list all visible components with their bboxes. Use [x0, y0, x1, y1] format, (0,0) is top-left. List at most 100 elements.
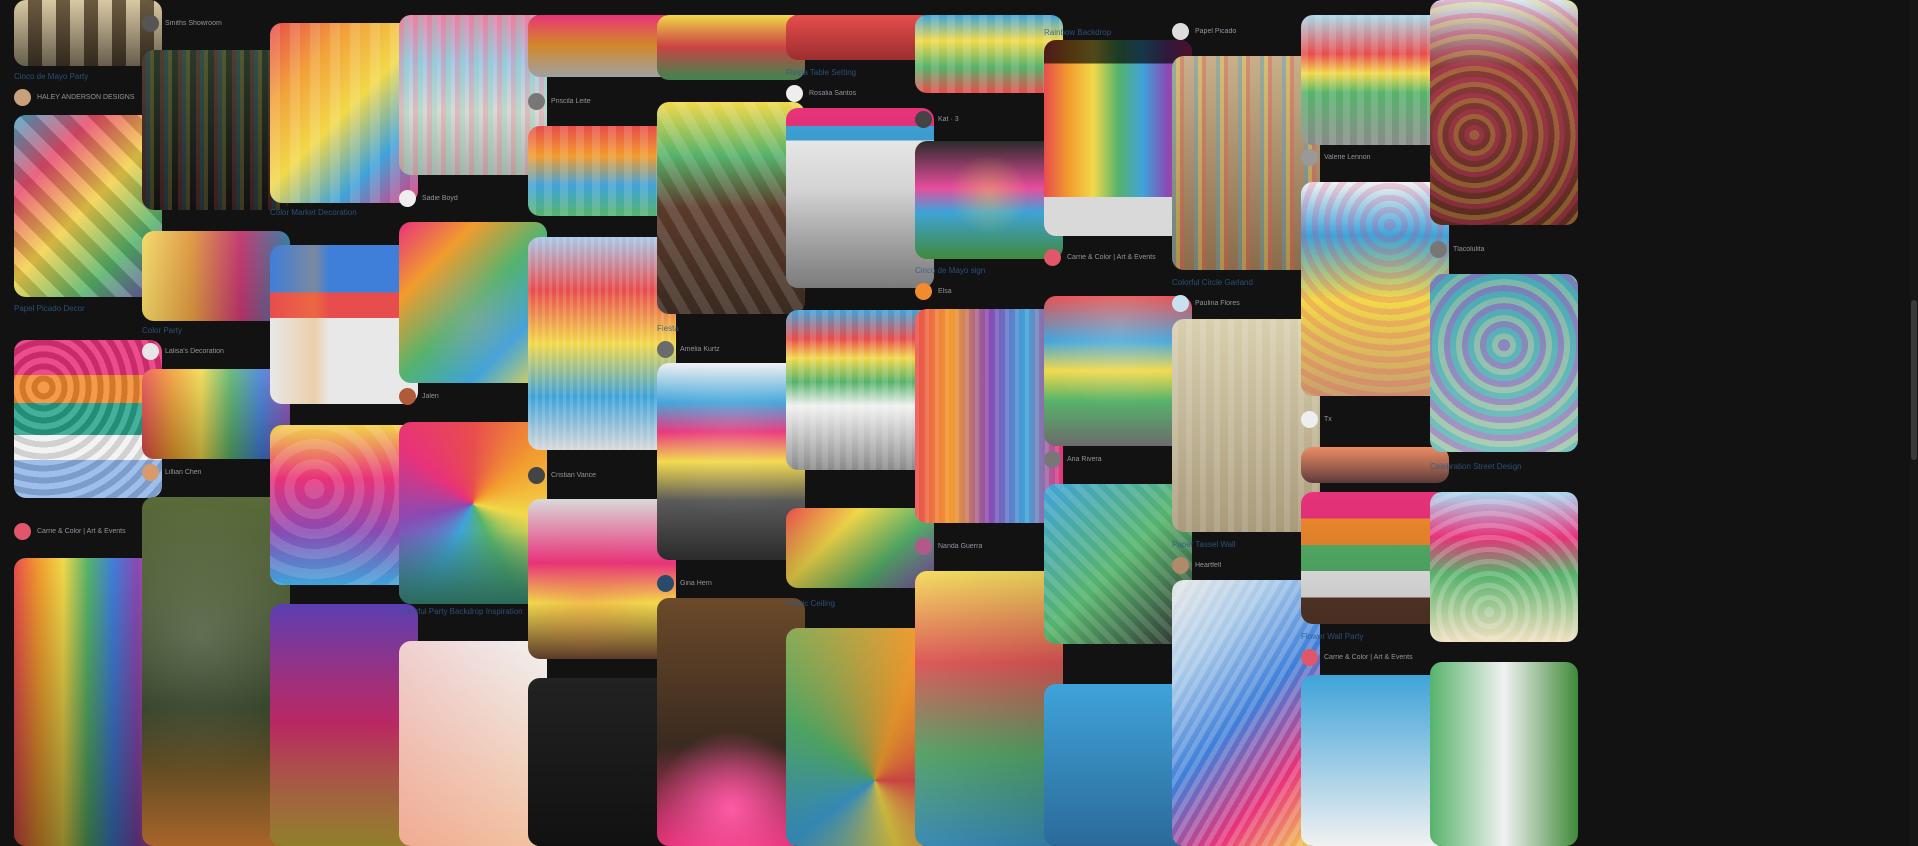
- avatar[interactable]: [786, 84, 803, 102]
- pin-author[interactable]: Sadie Boyd: [399, 189, 547, 207]
- pin-image[interactable]: [528, 678, 676, 846]
- avatar[interactable]: [1172, 294, 1189, 312]
- pin-image[interactable]: [1301, 15, 1449, 145]
- author-name[interactable]: Gina Hern: [680, 580, 712, 587]
- pin-image[interactable]: [1301, 675, 1449, 846]
- pin-title[interactable]: Paper Tassel Wall: [1172, 538, 1320, 552]
- author-name[interactable]: Papel Picado: [1195, 28, 1236, 35]
- pin-title[interactable]: Fabric Ceiling: [786, 597, 934, 611]
- author-name[interactable]: Lillian Chen: [165, 469, 202, 476]
- pin-image[interactable]: [528, 126, 676, 216]
- pin-image[interactable]: [657, 15, 805, 80]
- avatar[interactable]: [915, 110, 932, 128]
- author-name[interactable]: Tx: [1324, 416, 1332, 423]
- pin-image[interactable]: [528, 237, 676, 450]
- pin-title[interactable]: Color Market Decoration: [270, 206, 418, 220]
- author-name[interactable]: HALEY ANDERSON DESIGNS: [37, 94, 135, 101]
- avatar[interactable]: [915, 282, 932, 300]
- pin-title[interactable]: Color Party: [142, 324, 290, 338]
- author-name[interactable]: Carrie & Color | Art & Events: [1067, 254, 1156, 261]
- pin-title[interactable]: Flower Wall Party: [1301, 630, 1449, 644]
- pin-image[interactable]: [399, 222, 547, 383]
- author-name[interactable]: Amelia Kurtz: [680, 346, 720, 353]
- author-name[interactable]: Valerie Lennon: [1324, 154, 1371, 161]
- avatar[interactable]: [1172, 556, 1189, 574]
- pin-author[interactable]: Nanda Guerra: [915, 537, 1063, 555]
- pin-image[interactable]: [1172, 319, 1320, 532]
- pin-image[interactable]: [657, 102, 805, 314]
- pin-image[interactable]: [14, 115, 162, 297]
- avatar[interactable]: [915, 537, 932, 555]
- avatar[interactable]: [657, 574, 674, 592]
- pin-image[interactable]: [1172, 580, 1320, 846]
- author-name[interactable]: Carrie & Color | Art & Events: [1324, 654, 1413, 661]
- author-name[interactable]: Carrie & Color | Art & Events: [37, 528, 126, 535]
- author-name[interactable]: Ana Rivera: [1067, 456, 1102, 463]
- pin-title[interactable]: Colorful Party Backdrop Inspiration: [399, 605, 547, 619]
- pin-image[interactable]: [270, 23, 418, 203]
- avatar[interactable]: [528, 466, 545, 484]
- pin-author[interactable]: HALEY ANDERSON DESIGNS: [14, 88, 162, 106]
- pin-image[interactable]: [657, 363, 805, 560]
- pin-author[interactable]: Valerie Lennon: [1301, 148, 1449, 166]
- avatar[interactable]: [528, 92, 545, 110]
- pin-author[interactable]: Priscila Leite: [528, 92, 676, 110]
- pin-image[interactable]: [399, 641, 547, 846]
- pin-author[interactable]: Jalen: [399, 387, 547, 405]
- pin-author[interactable]: Carrie & Color | Art & Events: [1044, 248, 1192, 266]
- scrollbar-thumb[interactable]: [1911, 300, 1917, 460]
- pin-author[interactable]: Carrie & Color | Art & Events: [1301, 648, 1449, 666]
- avatar[interactable]: [1044, 248, 1061, 266]
- author-name[interactable]: Cristian Vance: [551, 472, 596, 479]
- author-name[interactable]: Rosalia Santos: [809, 90, 856, 97]
- avatar[interactable]: [14, 522, 31, 540]
- author-name[interactable]: Paulina Flores: [1195, 300, 1240, 307]
- pin-author[interactable]: Paulina Flores: [1172, 294, 1320, 312]
- pin-image[interactable]: [142, 497, 290, 846]
- pin-image[interactable]: [1430, 492, 1578, 642]
- pin-image[interactable]: [528, 499, 676, 659]
- scrollbar[interactable]: [1910, 0, 1918, 846]
- pin-title[interactable]: Colorful Circle Garland: [1172, 276, 1320, 290]
- pin-image[interactable]: [786, 310, 934, 470]
- pin-image[interactable]: [657, 598, 805, 846]
- avatar[interactable]: [1301, 410, 1318, 428]
- pin-image[interactable]: [14, 558, 162, 846]
- pin-title[interactable]: Fiesta Table Setting: [786, 66, 934, 80]
- author-name[interactable]: Nanda Guerra: [938, 543, 982, 550]
- avatar[interactable]: [1044, 450, 1061, 468]
- avatar[interactable]: [1301, 148, 1318, 166]
- author-name[interactable]: Heartfelt: [1195, 562, 1221, 569]
- author-name[interactable]: Priscila Leite: [551, 98, 591, 105]
- avatar[interactable]: [1430, 240, 1447, 258]
- avatar[interactable]: [142, 342, 159, 360]
- avatar[interactable]: [142, 14, 159, 32]
- pin-image[interactable]: [1301, 182, 1449, 396]
- author-name[interactable]: Elsa: [938, 288, 952, 295]
- pin-image[interactable]: [142, 231, 290, 321]
- pin-image[interactable]: [1301, 447, 1449, 483]
- pin-author[interactable]: Tlacolulita: [1430, 240, 1578, 258]
- pin-image[interactable]: [399, 15, 547, 175]
- pin-image[interactable]: [1430, 662, 1578, 846]
- pin-image[interactable]: [14, 0, 162, 66]
- pin-author[interactable]: Lillian Chen: [142, 463, 290, 481]
- pin-author[interactable]: Kat · 3: [915, 110, 1063, 128]
- pin-image[interactable]: [1301, 492, 1449, 624]
- author-name[interactable]: Kat · 3: [938, 116, 959, 123]
- pin-image[interactable]: [14, 340, 162, 498]
- pin-title[interactable]: Cinco de Mayo sign: [915, 264, 1063, 278]
- pin-image[interactable]: [786, 108, 934, 288]
- pin-image[interactable]: [1172, 56, 1320, 270]
- pin-title[interactable]: Cinco de Mayo Party: [14, 70, 162, 84]
- avatar[interactable]: [1172, 22, 1189, 40]
- pin-image[interactable]: [528, 15, 676, 77]
- pin-title[interactable]: Papel Picado Decor: [14, 302, 162, 316]
- pin-image[interactable]: [1430, 274, 1578, 452]
- pin-image[interactable]: [142, 50, 290, 210]
- avatar[interactable]: [399, 189, 416, 207]
- pin-image[interactable]: [1044, 484, 1192, 644]
- pin-author[interactable]: Heartfelt: [1172, 556, 1320, 574]
- pin-image[interactable]: [142, 369, 290, 459]
- pin-author[interactable]: Tx: [1301, 410, 1449, 428]
